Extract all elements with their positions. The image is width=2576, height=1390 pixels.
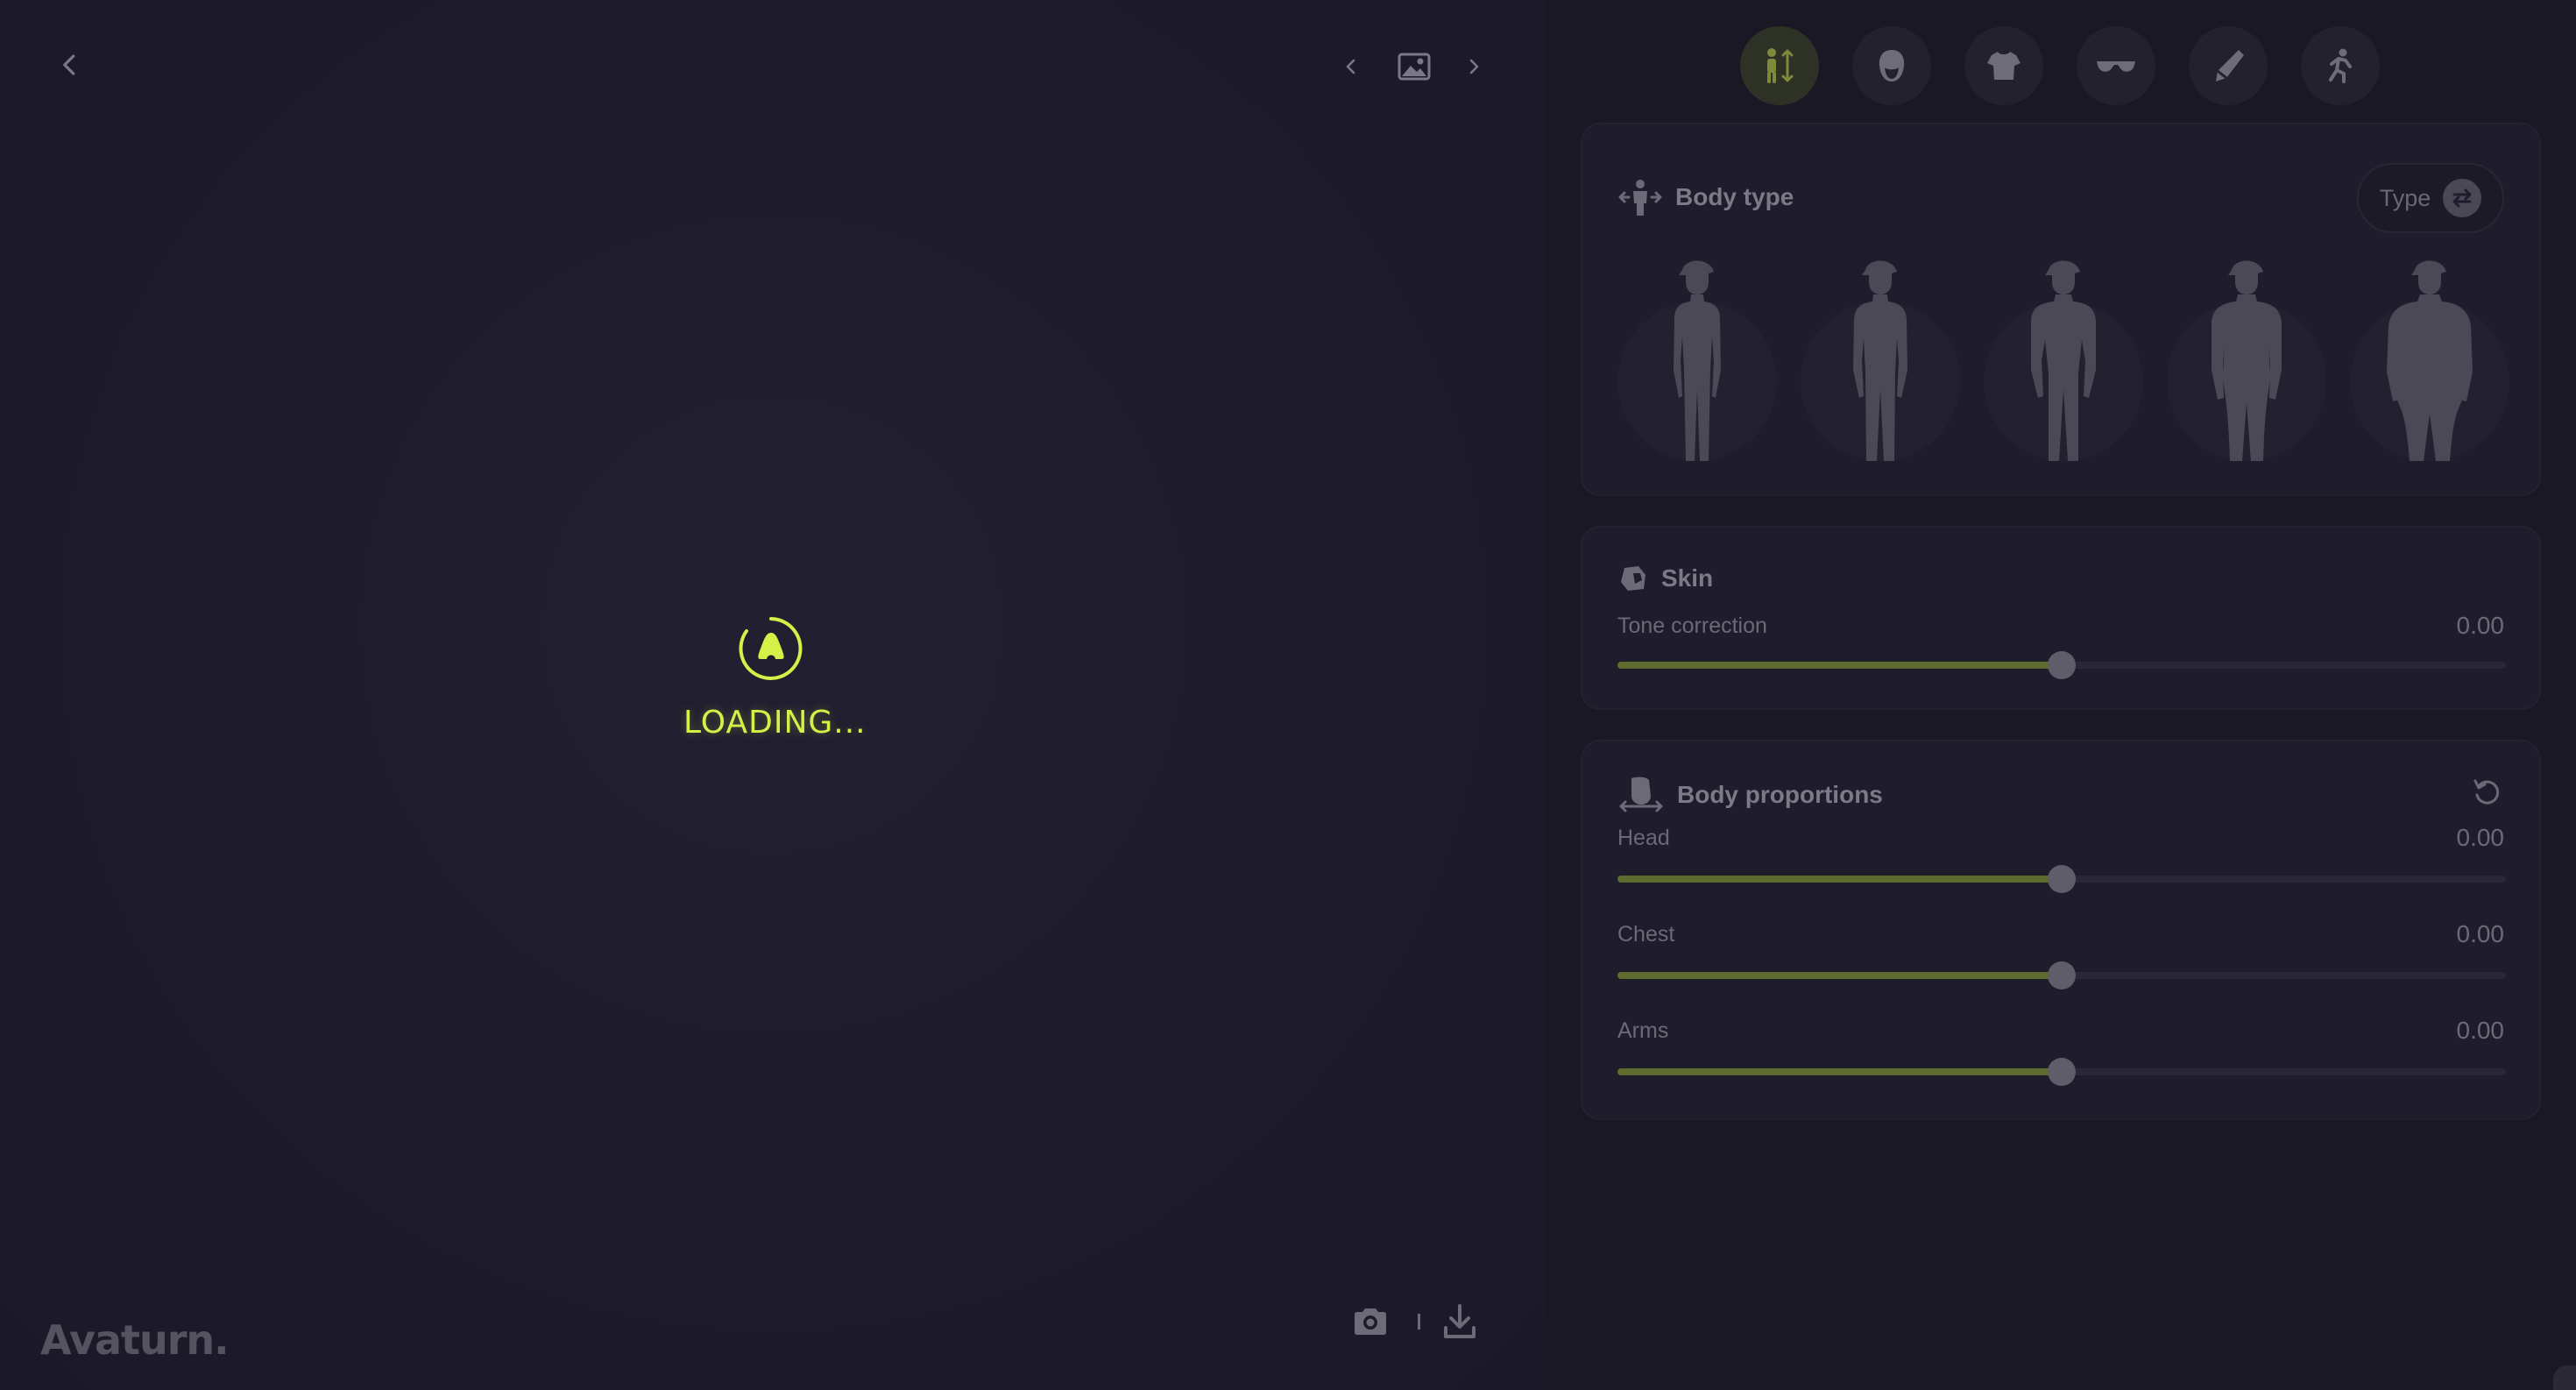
chevron-left-icon [63,54,75,75]
slider-thumb[interactable] [2048,1058,2076,1086]
chevron-left-icon [1346,59,1355,74]
tab-makeup[interactable] [2189,26,2268,105]
body-type-icon [1618,180,1662,216]
arms-slider[interactable] [1617,1058,2506,1086]
skin-icon [1621,566,1645,591]
body-icon [1767,48,1794,83]
body-option-plus[interactable] [2350,256,2509,461]
previous-background-button[interactable] [1332,47,1370,86]
tone-correction-label: Tone correction [1617,613,1767,638]
brand-logo: Avaturn. [40,1316,230,1364]
tone-correction-slider[interactable] [1617,651,2506,679]
loading-text: LOADING... [683,705,867,741]
reset-proportions-button[interactable] [2469,775,2504,810]
body-proportions-header: Body proportions [1617,775,1883,815]
arms-label: Arms [1617,1018,1669,1043]
head-icon [1879,50,1905,82]
body-option-heavy[interactable] [2167,256,2326,461]
body-option-slim[interactable] [1617,256,1777,461]
body-proportions-card: Body proportions Head 0.00 Chest 0.00 Ar… [1581,740,2541,1120]
body-figure-athletic-icon [2031,260,2096,461]
divider [1418,1314,1420,1330]
arms-value: 0.00 [2456,1017,2505,1044]
head-label: Head [1617,826,1670,850]
camera-icon [1355,1308,1386,1335]
run-icon [2329,48,2352,83]
slider-thumb[interactable] [2048,651,2076,679]
body-option-athletic[interactable] [1984,256,2143,461]
category-tabs [1740,26,2380,105]
glasses-icon [2097,61,2135,72]
tab-animation[interactable] [2301,26,2380,105]
type-label: Type [2379,184,2431,211]
screenshot-button[interactable] [1332,1290,1409,1353]
avatar-viewport[interactable]: LOADING... Avaturn. [0,0,1546,1390]
skin-title: Skin [1661,564,1714,592]
type-switch-button[interactable]: Type [2357,163,2504,233]
body-type-title: Body type [1675,183,1794,210]
download-icon [1444,1304,1476,1338]
slider-fill [1617,1068,2062,1075]
body-option-average[interactable] [1801,256,1960,461]
skin-header: Skin [1617,563,1713,594]
chest-slider[interactable] [1617,961,2506,989]
tab-body[interactable] [1740,26,1819,105]
editor-panel: Body type Type Skin Tone correction 0.00… [1546,0,2576,1390]
tab-head[interactable] [1852,26,1931,105]
body-type-card: Body type Type [1581,123,2541,496]
back-button[interactable] [46,40,95,89]
tone-correction-value: 0.00 [2456,612,2505,639]
proportions-icon [1619,777,1663,812]
slider-fill [1617,876,2062,883]
body-figure-average-icon [1853,260,1907,461]
body-figure-plus-icon [2387,260,2473,461]
body-proportions-title: Body proportions [1677,781,1883,808]
head-value: 0.00 [2456,824,2505,851]
loading-indicator: LOADING... [683,613,867,741]
chevron-right-icon [1469,59,1479,74]
chest-value: 0.00 [2456,920,2505,947]
avatar-editor: LOADING... Avaturn. Body type Type Skin … [0,0,2576,1390]
head-slider[interactable] [1617,865,2506,893]
tab-outfit[interactable] [1964,26,2043,105]
brush-icon [2216,50,2244,82]
chest-label: Chest [1617,922,1675,947]
body-type-header: Body type [1617,177,1794,217]
slider-thumb[interactable] [2048,961,2076,989]
slider-fill [1617,662,2062,669]
body-type-options [1617,256,2509,461]
slider-thumb[interactable] [2048,865,2076,893]
slider-fill [1617,972,2062,979]
background-image-button[interactable] [1390,44,1439,89]
skin-card: Skin Tone correction 0.00 [1581,526,2541,710]
body-figure-heavy-icon [2212,260,2282,461]
swap-icon [2443,179,2482,217]
next-background-button[interactable] [1454,47,1493,86]
panel-corner-handle[interactable] [2553,1365,2576,1390]
body-figure-slim-icon [1674,260,1721,461]
tab-accessories[interactable] [2077,26,2155,105]
download-button[interactable] [1429,1290,1490,1353]
image-icon [1398,53,1431,81]
reset-icon [2473,779,2500,805]
viewport-actions [1332,1290,1498,1353]
tshirt-icon [1987,52,2020,80]
loading-logo-icon [736,613,806,684]
